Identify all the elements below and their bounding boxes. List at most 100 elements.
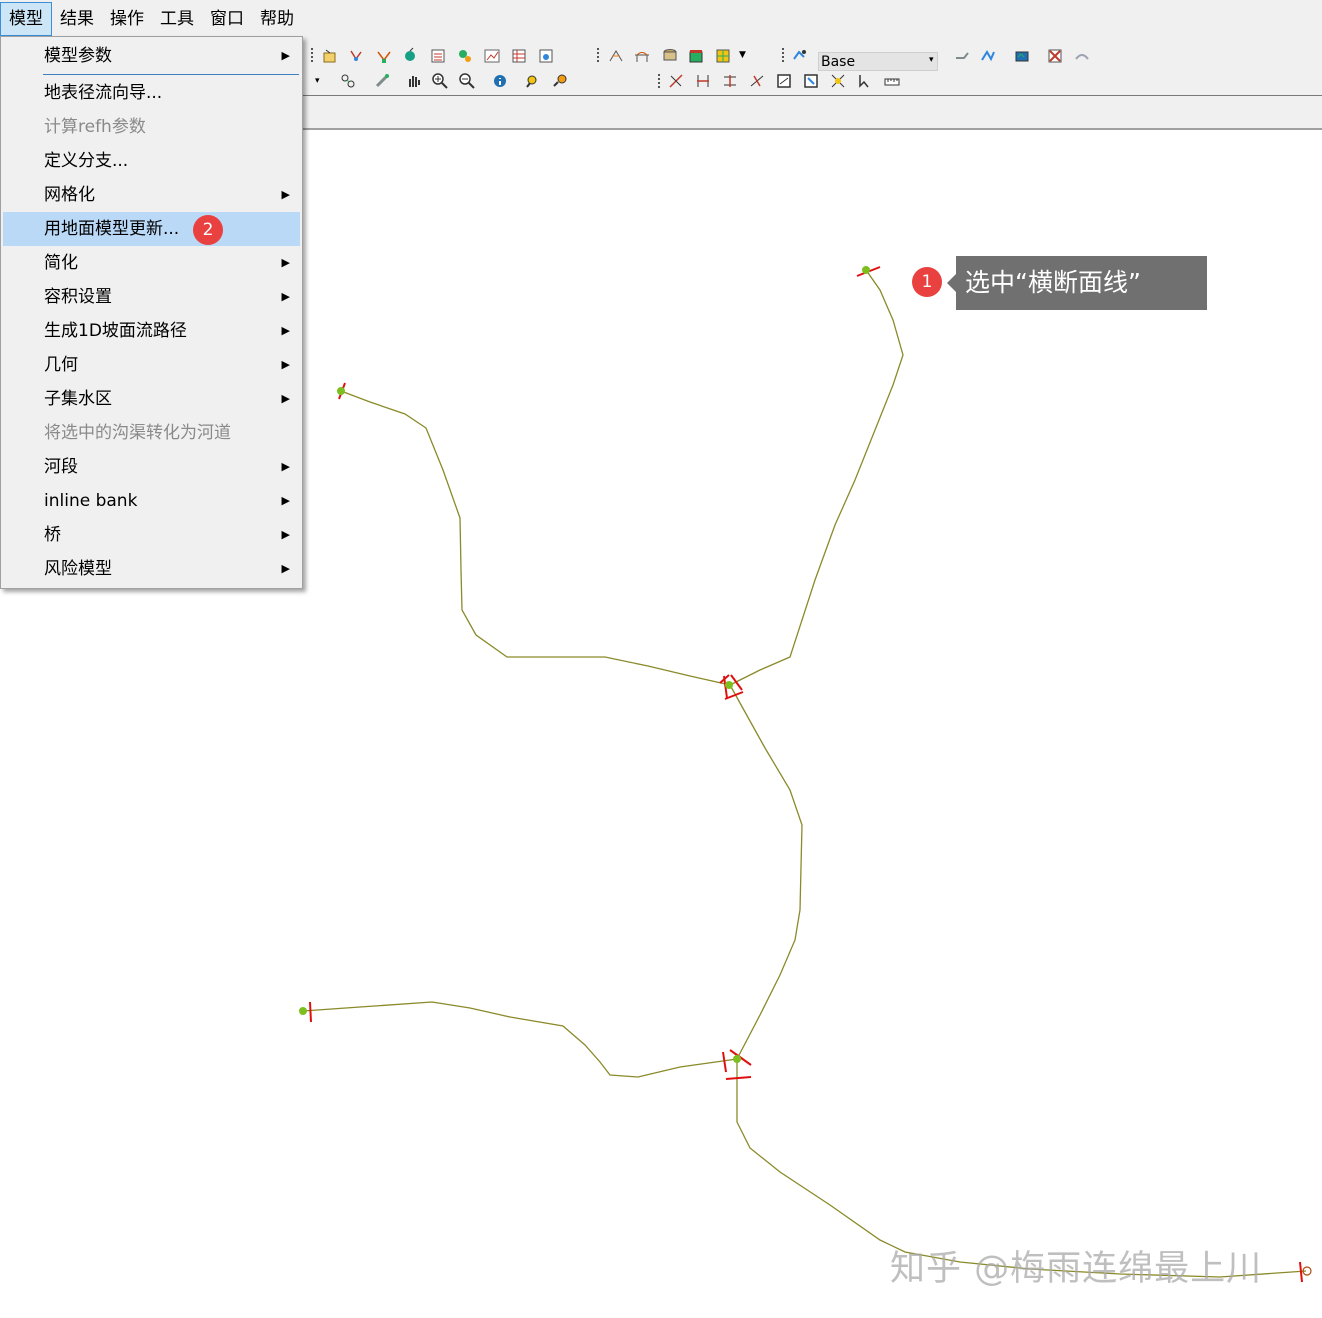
menu-item-label: 桥 [44, 525, 61, 545]
measure-icon[interactable] [883, 72, 901, 90]
cross-section-line[interactable] [722, 1051, 727, 1073]
menu-item-generate-1d-paths[interactable]: 生成1D坡面流路径 ▶ [3, 314, 300, 348]
delete-grid-icon[interactable] [1046, 47, 1064, 65]
scenario-icon[interactable] [791, 47, 809, 65]
submenu-arrow-icon: ▶ [281, 358, 290, 371]
branch-icon[interactable] [375, 47, 393, 65]
cross-section-line[interactable] [309, 1001, 312, 1023]
menu-item-update-ground-model[interactable]: 用地面模型更新... [3, 212, 300, 246]
menu-operations[interactable]: 操作 [102, 2, 152, 36]
row2-dropdown-arrow-icon[interactable]: ▾ [315, 76, 320, 86]
menu-item-label: 模型参数 [44, 46, 112, 66]
scenario-branch-icon[interactable] [953, 47, 971, 65]
submenu-arrow-icon: ▶ [281, 562, 290, 575]
database-icon[interactable] [661, 47, 679, 65]
cross-section-line[interactable] [730, 674, 743, 691]
menu-item-simplify[interactable]: 简化 ▶ [3, 246, 300, 280]
watermark: 知乎 @梅雨连绵最上川 [890, 1249, 1263, 1289]
zoom-out-icon[interactable] [458, 72, 476, 90]
add-node-icon[interactable] [321, 47, 339, 65]
menu-item-convert-conduit-to-channel: 将选中的沟渠转化为河道 [3, 416, 300, 450]
submenu-arrow-icon: ▶ [281, 392, 290, 405]
menu-item-volume-settings[interactable]: 容积设置 ▶ [3, 280, 300, 314]
submenu-arrow-icon: ▶ [281, 324, 290, 337]
submenu-arrow-icon: ▶ [281, 188, 290, 201]
menu-window[interactable]: 窗口 [202, 2, 252, 36]
info-icon[interactable] [491, 72, 509, 90]
frame-node-icon[interactable] [802, 72, 820, 90]
list-icon[interactable] [429, 47, 447, 65]
menu-item-bridge[interactable]: 桥 ▶ [3, 518, 300, 552]
menu-item-meshing[interactable]: 网格化 ▶ [3, 178, 300, 212]
menu-item-label: 简化 [44, 253, 78, 273]
network-icon[interactable] [347, 47, 365, 65]
toolbar-grip[interactable] [311, 48, 316, 62]
toolbar-grip[interactable] [658, 74, 663, 88]
cross-section-line[interactable] [725, 1076, 752, 1080]
pan-hand-icon[interactable] [405, 72, 423, 90]
menu-item-risk-model[interactable]: 风险模型 ▶ [3, 552, 300, 586]
river-reach-upper-left[interactable] [340, 390, 731, 686]
river-node[interactable] [299, 1007, 307, 1015]
pointer-icon[interactable] [856, 72, 874, 90]
locate-icon[interactable] [551, 72, 569, 90]
chart-icon[interactable] [483, 47, 501, 65]
menu-item-inline-bank[interactable]: inline bank ▶ [3, 484, 300, 518]
section-edit-icon[interactable] [607, 47, 625, 65]
scenario-link-icon[interactable] [979, 47, 997, 65]
menu-tools[interactable]: 工具 [152, 2, 202, 36]
river-reach-lower-left[interactable] [302, 1001, 738, 1078]
menu-item-define-branch[interactable]: 定义分支... [3, 144, 300, 178]
menu-item-runoff-wizard[interactable]: 地表径流向导... [3, 76, 300, 110]
menu-item-label: 定义分支... [44, 151, 129, 171]
zoom-in-icon[interactable] [431, 72, 449, 90]
menu-item-label: 河段 [44, 457, 78, 477]
dropdown-arrow-icon[interactable]: ▼ [739, 50, 746, 60]
table-icon[interactable] [510, 47, 528, 65]
river-node[interactable] [862, 266, 870, 274]
step-1-badge: 1 [912, 267, 942, 297]
river-reach-middle[interactable] [729, 684, 803, 1060]
window-icon[interactable] [537, 47, 555, 65]
gears-icon[interactable] [456, 47, 474, 65]
menu-item-river-reach[interactable]: 河段 ▶ [3, 450, 300, 484]
pin-icon[interactable] [401, 47, 419, 65]
river-node[interactable] [337, 387, 345, 395]
snap-icon[interactable] [829, 72, 847, 90]
cut-section-icon[interactable] [667, 72, 685, 90]
menu-model[interactable]: 模型 [0, 2, 52, 36]
find-icon[interactable] [524, 72, 542, 90]
bridge-icon[interactable] [633, 47, 651, 65]
toolbar-grip[interactable] [782, 48, 787, 62]
submenu-arrow-icon: ▶ [281, 460, 290, 473]
submenu-arrow-icon: ▶ [281, 256, 290, 269]
menu-item-label: 风险模型 [44, 559, 112, 579]
river-reach-upper-right[interactable] [729, 269, 904, 686]
menu-item-subcatchments[interactable]: 子集水区 ▶ [3, 382, 300, 416]
menu-help[interactable]: 帮助 [252, 2, 302, 36]
river-node[interactable] [733, 1055, 741, 1063]
river-node[interactable] [725, 681, 733, 689]
menu-item-label: 几何 [44, 355, 78, 375]
scenario-dropdown-arrow-icon[interactable]: ▾ [929, 55, 934, 65]
frame-section-icon[interactable] [775, 72, 793, 90]
layers-icon[interactable] [1013, 47, 1031, 65]
interpolate-section-icon[interactable] [721, 72, 739, 90]
menu-item-model-parameters[interactable]: 模型参数 ▶ [3, 39, 300, 73]
book-icon[interactable] [687, 47, 705, 65]
menu-results[interactable]: 结果 [52, 2, 102, 36]
cross-section-line[interactable] [1299, 1261, 1303, 1283]
grid-icon[interactable] [714, 47, 732, 65]
pencil-icon[interactable] [373, 72, 391, 90]
menu-item-label: 将选中的沟渠转化为河道 [44, 423, 231, 443]
step-1-callout: 选中“横断面线” [947, 256, 1207, 310]
tool-disabled-icon[interactable] [1073, 47, 1091, 65]
step-2-badge: 2 [193, 215, 223, 245]
submenu-arrow-icon: ▶ [281, 290, 290, 303]
select-tool-icon[interactable] [339, 72, 357, 90]
submenu-arrow-icon: ▶ [281, 528, 290, 541]
extend-section-icon[interactable] [748, 72, 766, 90]
split-section-icon[interactable] [694, 72, 712, 90]
toolbar-grip[interactable] [597, 48, 602, 62]
menu-item-geometry[interactable]: 几何 ▶ [3, 348, 300, 382]
